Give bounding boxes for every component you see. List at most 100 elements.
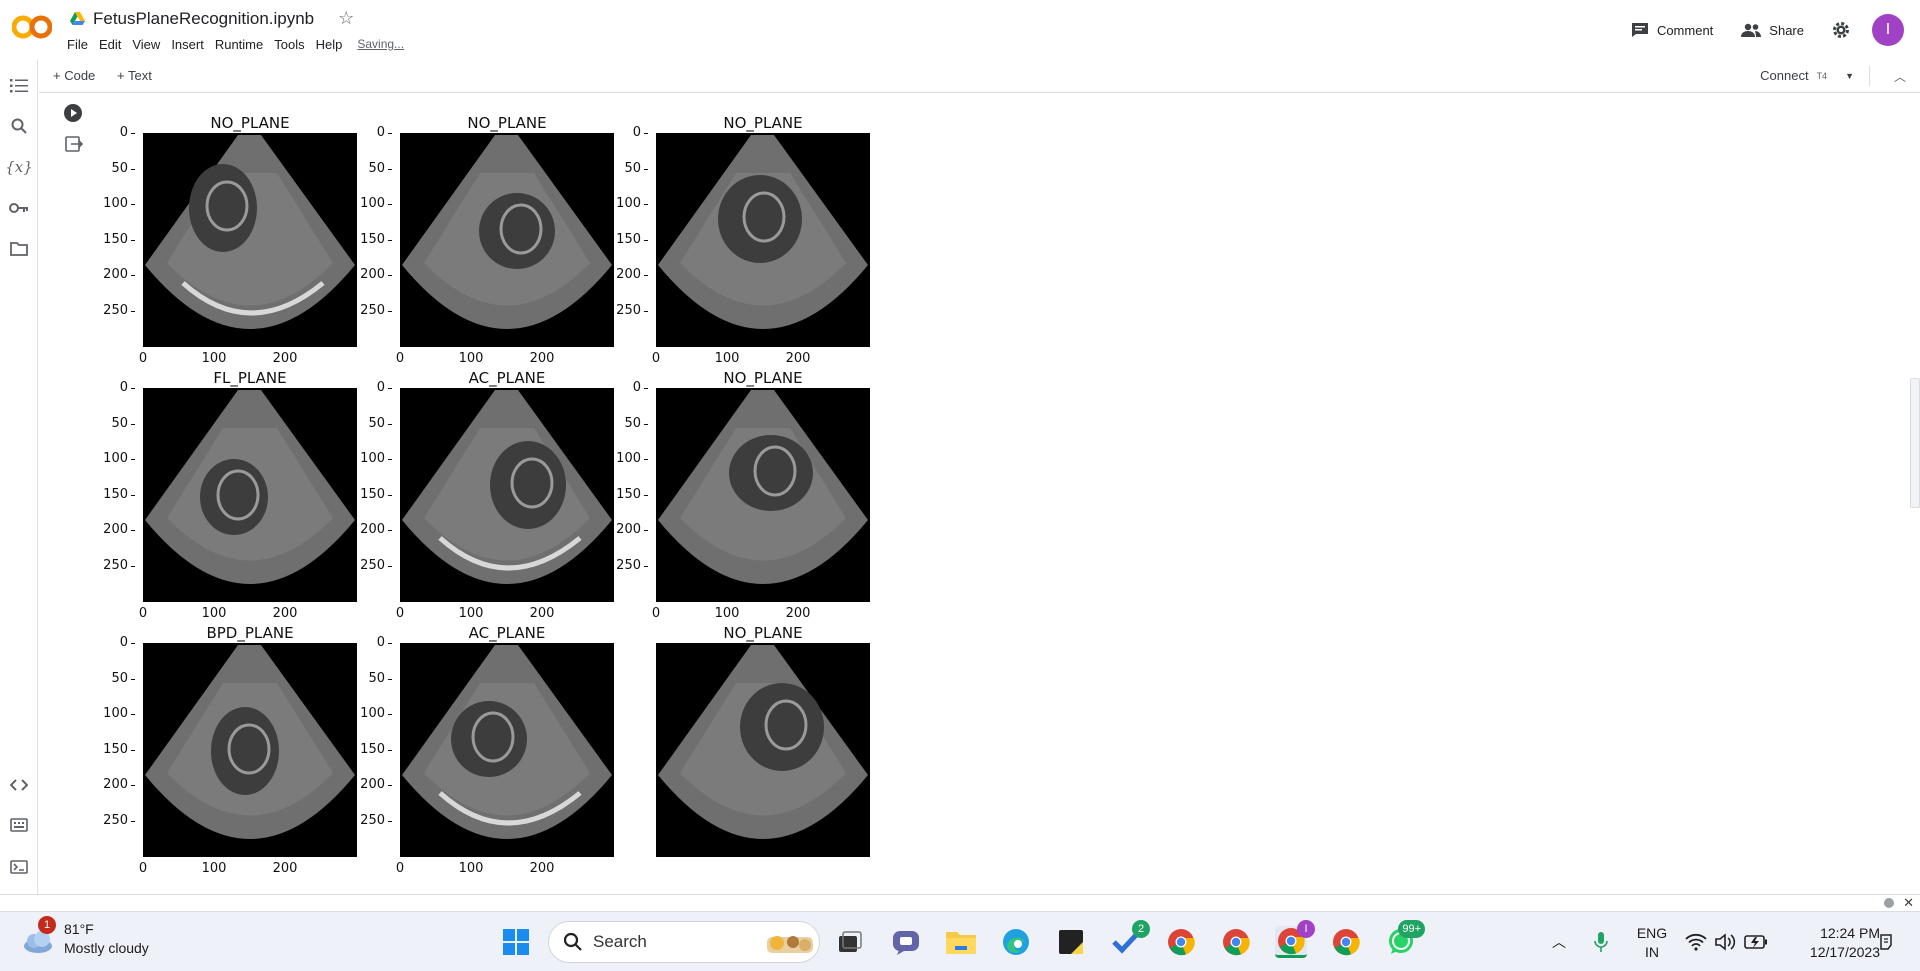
x-tick-label: 0 [651, 351, 661, 366]
google-drive-icon[interactable] [70, 12, 85, 25]
folder-icon[interactable] [7, 236, 31, 260]
taskbar-search[interactable]: Search [548, 921, 820, 963]
title-row: FetusPlaneRecognition.ipynb ☆ [70, 8, 354, 29]
notifications-icon[interactable] [1870, 926, 1902, 958]
clock-date: 12/17/2023 [1809, 944, 1880, 960]
menu-bar: File Edit View Insert Runtime Tools Help… [67, 37, 404, 52]
run-cell-button[interactable] [64, 104, 82, 122]
weather-badge: 1 [38, 916, 56, 934]
output-actions-icon[interactable] [65, 136, 83, 152]
command-palette-icon[interactable] [7, 813, 31, 837]
todo-icon[interactable]: 2 [1110, 920, 1150, 958]
x-tick-label: 100 [714, 351, 740, 366]
star-icon[interactable]: ☆ [338, 8, 354, 29]
key-icon[interactable] [7, 196, 31, 220]
y-tick-label: 50 [354, 161, 394, 176]
menu-insert[interactable]: Insert [171, 37, 215, 52]
connect-button[interactable]: Connect T4 ▼ [1760, 68, 1854, 83]
y-tick-label: 150 [354, 232, 394, 247]
menu-tools[interactable]: Tools [274, 37, 315, 52]
code-snippets-icon[interactable] [7, 773, 31, 797]
gear-icon[interactable] [1832, 21, 1850, 39]
ultrasound-subplot: AC_PLANE 0 50 100 150 200 250 0 100 200 [358, 624, 614, 876]
x-tick-label: 200 [272, 606, 298, 621]
chrome-profile-badge: I [1297, 920, 1315, 938]
menu-help[interactable]: Help [316, 37, 354, 52]
chevron-up-icon[interactable]: ︿ [1894, 68, 1906, 85]
y-tick-label: 100 [354, 706, 394, 721]
x-tick-label: 0 [651, 606, 661, 621]
ultrasound-image [656, 643, 870, 857]
teams-icon[interactable] [890, 926, 922, 958]
close-icon[interactable]: ✕ [1903, 895, 1914, 911]
volume-icon[interactable] [1710, 926, 1742, 958]
saving-status[interactable]: Saving... [353, 37, 404, 52]
menu-view[interactable]: View [132, 37, 171, 52]
y-tick-label: 250 [97, 303, 137, 318]
y-tick-label: 0 [610, 380, 650, 395]
table-of-contents-icon[interactable] [7, 74, 31, 98]
chrome-icon[interactable] [1165, 926, 1197, 958]
ultrasound-sac [490, 441, 566, 529]
x-tick-label: 200 [529, 861, 555, 876]
search-icon[interactable] [7, 114, 31, 138]
whatsapp-icon[interactable]: 99+ [1385, 920, 1425, 958]
chevron-up-icon[interactable]: ︿ [1552, 932, 1566, 952]
task-view-icon[interactable] [834, 926, 866, 958]
clock[interactable]: 12:24 PM 12/17/2023 [1780, 924, 1880, 962]
windows-start-icon[interactable] [500, 926, 532, 958]
left-sidebar: {x} [0, 60, 38, 895]
add-code-button[interactable]: + Code [53, 68, 95, 83]
ultrasound-subplot: BPD_PLANE 0 50 100 150 200 250 0 100 200 [101, 624, 357, 876]
ultrasound-graphic [402, 135, 612, 329]
edge-icon[interactable] [1000, 926, 1032, 958]
chrome-alt-icon[interactable] [1330, 926, 1362, 958]
variables-icon[interactable]: {x} [5, 155, 33, 179]
sticky-notes-icon[interactable] [1055, 926, 1087, 958]
chevron-down-icon[interactable]: ▼ [1845, 71, 1854, 81]
menu-runtime[interactable]: Runtime [215, 37, 274, 52]
file-explorer-icon[interactable] [945, 926, 977, 958]
y-tick-label: 150 [354, 487, 394, 502]
y-tick-label: 50 [97, 416, 137, 431]
notebook-title[interactable]: FetusPlaneRecognition.ipynb [93, 9, 314, 29]
comment-button[interactable]: Comment [1631, 22, 1713, 38]
x-tick-label: 100 [458, 351, 484, 366]
vertical-scrollbar[interactable] [1910, 378, 1920, 508]
ultrasound-graphic [658, 645, 868, 839]
ultrasound-image [143, 388, 357, 602]
colab-logo[interactable] [11, 14, 53, 40]
y-tick-label: 50 [354, 416, 394, 431]
y-tick-label: 200 [354, 777, 394, 792]
add-text-button[interactable]: + Text [117, 68, 152, 83]
wifi-icon[interactable] [1680, 926, 1712, 958]
windows-taskbar: 1 81°F Mostly cloudy Search 2 I 99+ ︿ EN… [0, 911, 1920, 971]
battery-icon[interactable] [1740, 926, 1772, 958]
runtime-badge: T4 [1816, 70, 1828, 81]
whatsapp-badge: 99+ [1398, 920, 1425, 938]
ultrasound-graphic [145, 390, 355, 584]
avatar[interactable]: I [1872, 14, 1904, 46]
x-tick-label: 100 [714, 606, 740, 621]
comment-label: Comment [1656, 22, 1714, 38]
menu-file[interactable]: File [67, 37, 99, 52]
terminal-icon[interactable] [7, 855, 31, 879]
subplot-title: AC_PLANE [468, 624, 546, 642]
code-cell: NO_PLANE 0 50 100 150 200 250 0 100 200 NO_PLANE 0 5… [39, 94, 1920, 894]
ultrasound-image [143, 643, 357, 857]
weather-widget[interactable]: 1 81°F Mostly cloudy [20, 916, 149, 958]
chrome-profile-icon[interactable] [1220, 926, 1252, 958]
y-tick-label: 100 [354, 451, 394, 466]
ultrasound-subplot: NO_PLANE 0 50 100 150 200 250 0 100 200 [614, 114, 870, 366]
y-tick-label: 0 [97, 380, 137, 395]
x-tick-label: 100 [458, 606, 484, 621]
bottom-status-bar: ✕ [0, 894, 1920, 910]
menu-edit[interactable]: Edit [99, 37, 132, 52]
y-tick-label: 50 [97, 671, 137, 686]
language-indicator[interactable]: ENG IN [1632, 924, 1672, 962]
ultrasound-image [656, 388, 870, 602]
chrome-active-icon[interactable]: I [1275, 920, 1315, 958]
y-tick-label: 100 [610, 196, 650, 211]
share-button[interactable]: Share [1741, 23, 1804, 38]
microphone-icon[interactable] [1585, 926, 1617, 958]
